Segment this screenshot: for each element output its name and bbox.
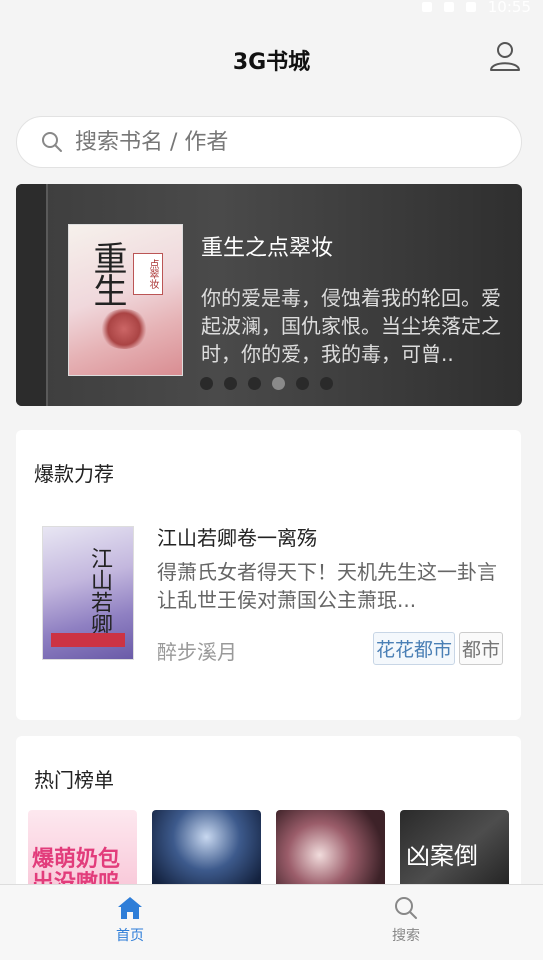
banner-cover-tag: 点翠妆 — [133, 253, 163, 295]
search-icon — [42, 132, 62, 152]
home-icon — [118, 897, 142, 919]
app-header: 3G书城 — [0, 22, 543, 94]
status-icons: 10:55 — [421, 0, 531, 16]
hot-rank-section-title: 热门榜单 — [34, 768, 114, 792]
page-title: 3G书城 — [232, 50, 311, 75]
banner-book-title[interactable]: 重生之点翠妆 — [201, 230, 333, 262]
carousel-dot[interactable] — [200, 377, 213, 390]
search-icon — [395, 897, 417, 919]
banner-book-description: 你的爱是毒，侵蚀着我的轮回。爱起波澜，国仇家恨。当尘埃落定之时，你的爱，我的毒，… — [201, 286, 501, 366]
tag-genre[interactable]: 都市 — [458, 632, 503, 665]
search-input[interactable] — [75, 129, 455, 155]
carousel-dot[interactable] — [248, 377, 261, 390]
carousel-dot[interactable] — [296, 377, 309, 390]
tag-category[interactable]: 花花都市 — [372, 632, 455, 665]
hot-cover-text: 凶案倒 — [406, 842, 478, 870]
carousel-dot[interactable] — [320, 377, 333, 390]
recommend-book-tags: 花花都市 都市 — [372, 632, 503, 665]
banner-carousel[interactable]: 重生 点翠妆 重生之点翠妆 你的爱是毒，侵蚀着我的轮回。爱起波澜，国仇家恨。当尘… — [16, 184, 522, 406]
carousel-dot-active[interactable] — [272, 377, 285, 390]
banner-side-strip — [16, 184, 48, 406]
battery-icon — [465, 2, 476, 12]
status-bar: 10:55 — [0, 0, 543, 22]
nav-item-home[interactable]: 首页 — [90, 895, 170, 945]
banner-cover-title: 重生 — [87, 241, 127, 305]
cover-flower-decoration — [99, 309, 149, 349]
banner-book-cover[interactable]: 重生 点翠妆 — [68, 224, 183, 376]
signal-icon — [443, 2, 454, 12]
recommend-section: 爆款力荐 江山若卿 江山若卿卷一离殇 得萧氏女者得天下！天机先生这一卦言让乱世王… — [16, 430, 521, 720]
nav-item-search[interactable]: 搜索 — [366, 895, 446, 945]
nav-search-label: 搜索 — [392, 928, 420, 944]
nav-home-label: 首页 — [116, 928, 144, 944]
recommend-book-description: 得萧氏女者得天下！天机先生这一卦言让乱世王侯对萧国公主萧珉... — [157, 560, 497, 612]
carousel-dots — [200, 377, 333, 390]
recommend-section-title: 爆款力荐 — [34, 462, 114, 486]
recommend-book-title[interactable]: 江山若卿卷一离殇 — [157, 522, 317, 551]
search-bar[interactable] — [16, 116, 522, 168]
recommend-book-cover[interactable]: 江山若卿 — [42, 526, 134, 660]
bottom-navigation: 首页 搜索 — [0, 884, 543, 960]
cover-badge — [51, 633, 125, 647]
recommend-book-author: 醉步溪月 — [157, 640, 237, 664]
status-time: 10:55 — [487, 0, 531, 16]
wifi-icon — [421, 2, 432, 12]
carousel-dot[interactable] — [224, 377, 237, 390]
user-icon[interactable] — [487, 38, 523, 74]
recommend-cover-title: 江山若卿 — [87, 547, 112, 635]
